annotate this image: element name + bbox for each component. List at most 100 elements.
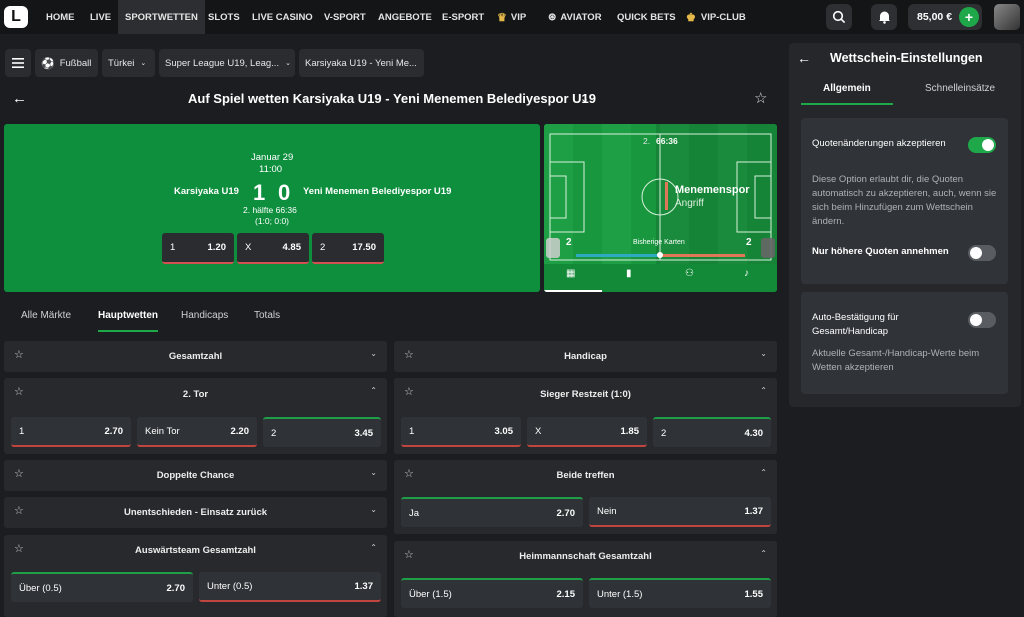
nav-quick-bets[interactable]: QUICK BETS (617, 0, 676, 34)
search-button[interactable] (826, 4, 852, 30)
breadcrumb-sport[interactable]: ⚽ Fußball (35, 49, 98, 77)
nav-e-sport[interactable]: E-SPORT (442, 0, 484, 34)
nav-slots[interactable]: SLOTS (208, 0, 240, 34)
tab-totals[interactable]: Totals (254, 310, 280, 321)
odds-button[interactable]: Nein 1.37 (589, 497, 771, 527)
cards-away: 2 (746, 237, 752, 248)
market-both-score[interactable]: ☆ Beide treffen ⌃ Ja 2.70 Nein 1.37 (394, 460, 777, 534)
favorite-star-icon[interactable]: ☆ (754, 89, 767, 107)
match-time: 11:00 (259, 164, 283, 175)
nav-vip-club[interactable]: ♚ VIP-CLUB (686, 0, 746, 34)
odds-button[interactable]: Unter (0.5) 1.37 (199, 572, 381, 602)
chevron-down-icon: ⌄ (140, 60, 147, 67)
hamburger-icon (12, 58, 24, 68)
nav-angebote[interactable]: ANGEBOTE (378, 0, 432, 34)
vip-shield-icon: ♛ (497, 11, 507, 24)
toggle-accept-changes[interactable] (968, 137, 996, 153)
top-navigation: L HOME LIVE SPORTWETTEN SLOTS LIVE CASIN… (0, 0, 1024, 34)
market-away-total[interactable]: ☆ Auswärtsteam Gesamtzahl ⌃ Über (0.5) 2.… (4, 535, 387, 617)
odds-draw[interactable]: X 4.85 (237, 233, 309, 264)
active-tab-indicator (98, 330, 158, 332)
tab-audio-icon[interactable]: ♪ (744, 268, 749, 279)
field-half: 2. (643, 136, 651, 146)
tab-all-markets[interactable]: Alle Märkte (21, 310, 71, 321)
settings-tab-general[interactable]: Allgemein (823, 83, 871, 94)
settings-back-arrow-icon[interactable]: ← (797, 50, 811, 66)
tab-handicaps[interactable]: Handicaps (181, 310, 228, 321)
balance-amount: 85,00 € (917, 11, 953, 23)
tab-main-bets[interactable]: Hauptwetten (98, 310, 158, 321)
chevron-down-icon: ⌄ (760, 349, 767, 358)
tab-lineup-icon[interactable]: ⚇ (685, 268, 694, 279)
bell-icon (878, 11, 890, 24)
opt-accept-changes-title: Quotenänderungen akzeptieren (812, 138, 946, 149)
notifications-button[interactable] (871, 4, 897, 30)
nav-vip[interactable]: ♛ VIP (497, 0, 526, 34)
chevron-down-icon: ⌄ (370, 349, 377, 358)
market-draw-no-bet[interactable]: ☆ Unentschieden - Einsatz zurück ⌄ (4, 497, 387, 528)
crown-icon: ♚ (686, 11, 696, 24)
cards-label: Bisherige Karten (633, 239, 685, 246)
tab-stats-icon[interactable]: ▮ (626, 268, 632, 279)
market-total[interactable]: ☆ Gesamtzahl ⌄ (4, 341, 387, 372)
attacking-team: Menemenspor (675, 184, 750, 196)
settings-tab-quick[interactable]: Schnelleinsätze (925, 83, 995, 94)
aviator-icon: ⊛ (548, 11, 557, 23)
balance-display[interactable]: 85,00 € + (908, 4, 982, 30)
avatar[interactable] (994, 4, 1020, 30)
odds-button[interactable]: X 1.85 (527, 417, 647, 447)
cards-home: 2 (566, 237, 572, 248)
odds-home[interactable]: 1 1.20 (162, 233, 234, 264)
chevron-up-icon: ⌃ (760, 468, 767, 477)
market-rest-of-match[interactable]: ☆ Sieger Restzeit (1:0) ⌃ 1 3.05 X 1.85 24… (394, 378, 777, 454)
match-date: Januar 29 (251, 152, 294, 163)
live-field-widget (544, 124, 777, 292)
settings-title: Wettschein-Einstellungen (830, 51, 983, 65)
back-arrow-icon[interactable]: ← (12, 90, 27, 107)
nav-v-sport[interactable]: V-SPORT (324, 0, 366, 34)
chevron-up-icon: ⌃ (760, 386, 767, 395)
away-team: Yeni Menemen Belediyespor U19 (303, 186, 452, 197)
odds-button[interactable]: Ja 2.70 (401, 497, 583, 527)
opt-higher-odds-title: Nur höhere Quoten annehmen (812, 246, 949, 257)
chevron-down-icon: ⌄ (370, 468, 377, 477)
settings-tab-indicator (801, 103, 893, 105)
opt-accept-changes-desc: Diese Option erlaubt dir, die Quoten aut… (812, 174, 997, 227)
odds-button[interactable]: 1 3.05 (401, 417, 521, 447)
nav-live-casino[interactable]: LIVE CASINO (252, 0, 313, 34)
market-home-total[interactable]: ☆ Heimmannschaft Gesamtzahl ⌃ Über (1.5)… (394, 541, 777, 617)
odds-button[interactable]: Kein Tor 2.20 (137, 417, 257, 447)
title-chevron-down-icon[interactable]: ⌄ (580, 92, 589, 105)
market-double-chance[interactable]: ☆ Doppelte Chance ⌄ (4, 460, 387, 491)
nav-home[interactable]: HOME (46, 0, 75, 34)
match-detail: (1:0; 0:0) (255, 216, 290, 226)
odds-button[interactable]: Über (0.5) 2.70 (11, 572, 193, 602)
odds-button[interactable]: 2 4.30 (653, 417, 771, 447)
odds-button[interactable]: Unter (1.5) 1.55 (589, 578, 771, 608)
deposit-plus-icon[interactable]: + (959, 7, 979, 27)
opt-auto-confirm-title: Auto-Bestätigung für Gesamt/Handicap (812, 312, 899, 337)
odds-button[interactable]: Über (1.5) 2.15 (401, 578, 583, 608)
nav-aviator[interactable]: ⊛ AVIATOR (548, 0, 602, 34)
chevron-down-icon: ⌄ (370, 505, 377, 514)
attack-status: Angriff (675, 198, 704, 209)
page-title: Auf Spiel wetten Karsiyaka U19 - Yeni Me… (188, 91, 596, 106)
brand-logo[interactable]: L (4, 6, 28, 28)
breadcrumb-league[interactable]: Super League U19, Leag... ⌄ (159, 49, 295, 77)
chevron-up-icon: ⌃ (370, 386, 377, 395)
breadcrumb-country[interactable]: Türkei ⌄ (102, 49, 155, 77)
menu-button[interactable] (5, 49, 31, 77)
odds-button[interactable]: 1 2.70 (11, 417, 131, 447)
pitch-graphic (544, 124, 777, 292)
nav-sportwetten[interactable]: SPORTWETTEN (118, 0, 205, 34)
toggle-auto-confirm[interactable] (968, 312, 996, 328)
market-second-goal[interactable]: ☆ 2. Tor ⌃ 1 2.70 Kein Tor 2.20 2 3.45 (4, 378, 387, 454)
chevron-up-icon: ⌃ (760, 549, 767, 558)
odds-button[interactable]: 2 3.45 (263, 417, 381, 447)
market-handicap[interactable]: ☆ Handicap ⌄ (394, 341, 777, 372)
odds-away[interactable]: 2 17.50 (312, 233, 384, 264)
tab-field-icon[interactable]: ▦ (566, 268, 575, 279)
nav-live[interactable]: LIVE (90, 0, 111, 34)
toggle-higher-odds[interactable] (968, 245, 996, 261)
breadcrumb-match[interactable]: Karsiyaka U19 - Yeni Me... (299, 49, 424, 77)
